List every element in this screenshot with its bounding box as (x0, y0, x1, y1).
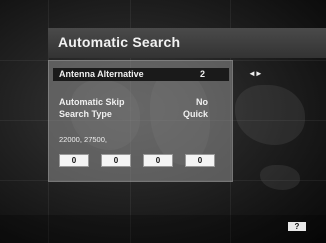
left-right-arrows-icon: ◄► (248, 69, 263, 78)
map-continent (260, 165, 300, 190)
help-button[interactable]: ? (288, 222, 306, 231)
symbol-rate-slot[interactable]: 0 (185, 154, 215, 167)
automatic-skip-label: Automatic Skip (59, 97, 125, 107)
symbol-rates-text: 22000, 27500, (59, 135, 107, 144)
antenna-alternative-value: 2 (199, 69, 205, 79)
symbol-rate-slot[interactable]: 0 (59, 154, 89, 167)
automatic-skip-value: No (196, 97, 208, 107)
page-title: Automatic Search (58, 34, 181, 50)
search-type-label: Search Type (59, 109, 112, 119)
symbol-rate-slot[interactable]: 0 (101, 154, 131, 167)
search-type-value: Quick (182, 109, 208, 119)
antenna-alternative-row[interactable]: Antenna Alternative 2 (53, 68, 229, 81)
search-type-row[interactable]: Search Type Quick (56, 108, 226, 121)
map-continent (235, 85, 305, 145)
symbol-rate-slot[interactable]: 0 (143, 154, 173, 167)
tv-screen: Automatic Search Antenna Alternative 2 ◄… (0, 0, 326, 243)
bottom-bar (0, 215, 326, 243)
antenna-alternative-label: Antenna Alternative (59, 69, 144, 79)
